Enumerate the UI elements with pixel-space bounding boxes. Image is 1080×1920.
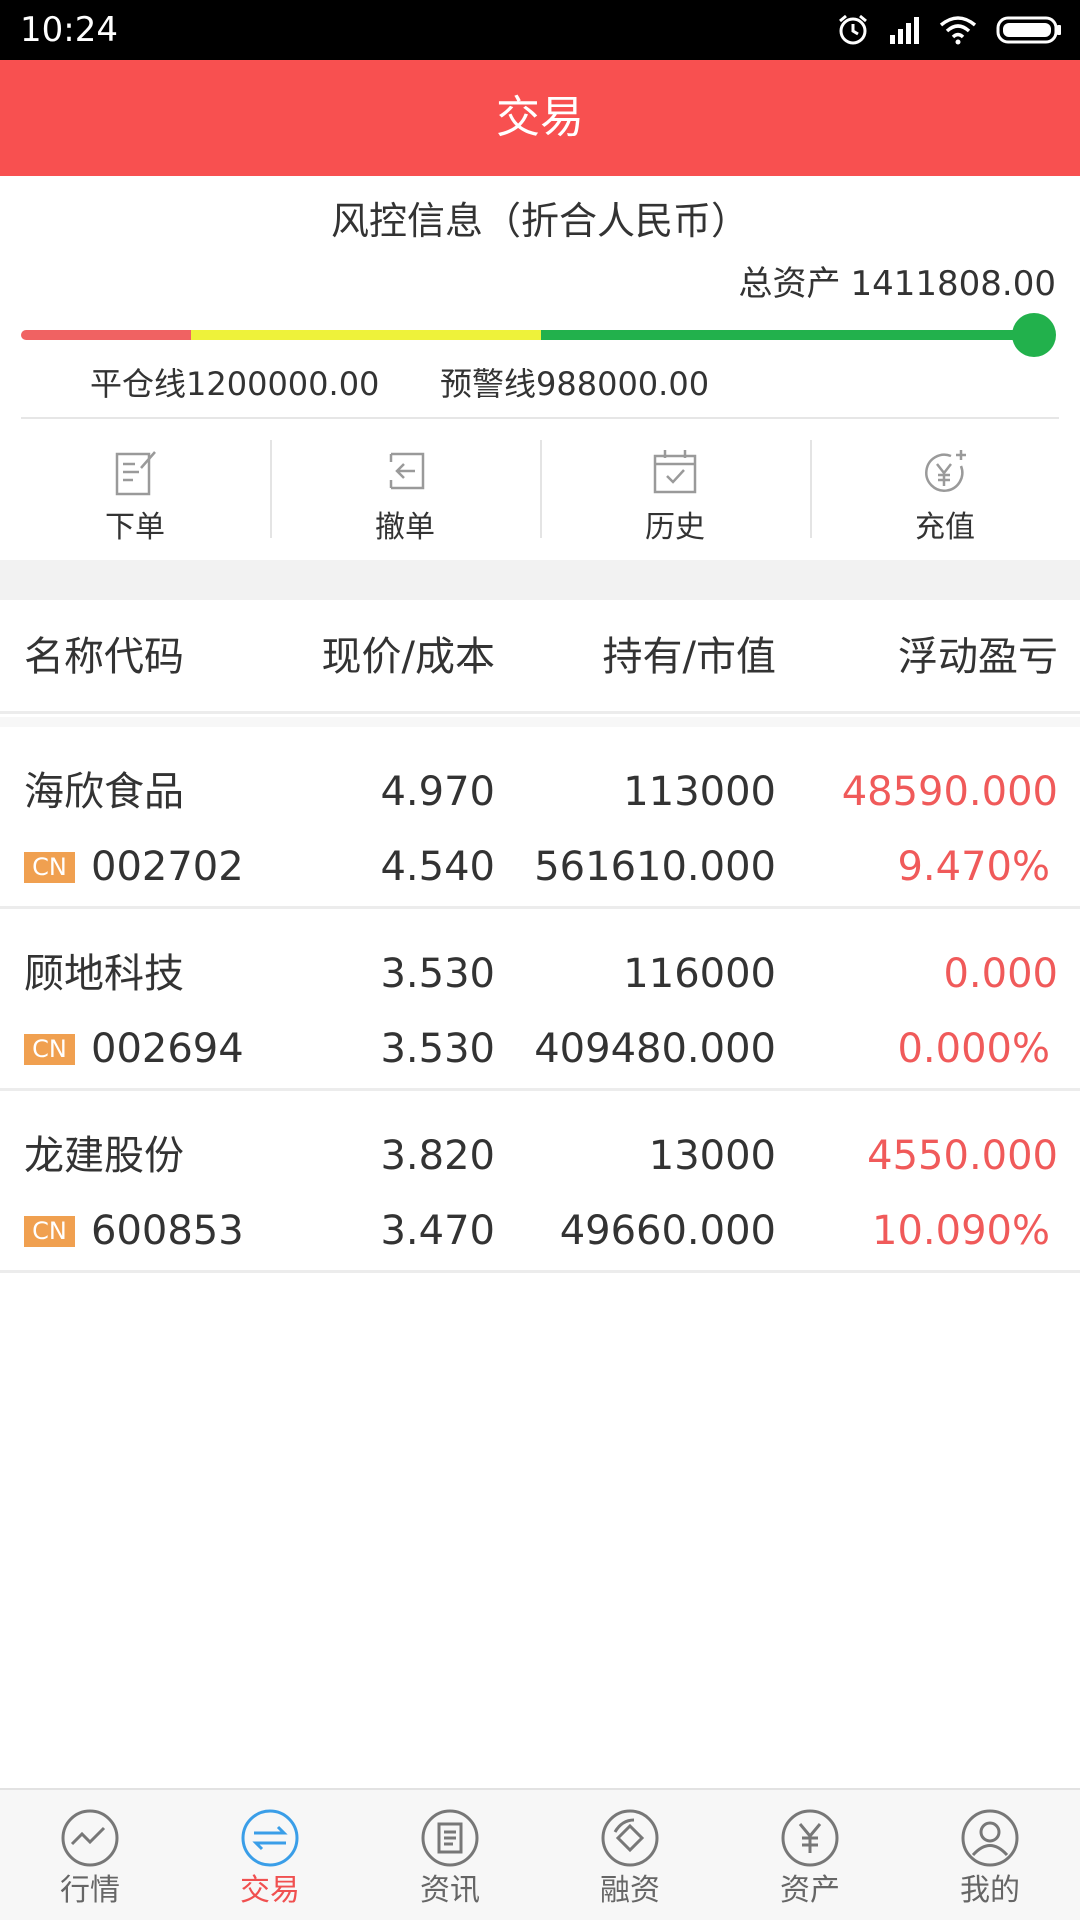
history-button[interactable]: 历史: [540, 420, 810, 560]
tab-assets[interactable]: 资产: [720, 1790, 900, 1920]
place-order-button[interactable]: 下单: [0, 420, 270, 560]
tab-label: 行情: [60, 1873, 120, 1908]
holdings-list: 海欣食品 CN 002702 4.970 4.540 113000 561610…: [0, 727, 1080, 1273]
status-bar: 10:24: [0, 0, 1080, 60]
tab-market[interactable]: 行情: [0, 1790, 180, 1920]
status-icons: [836, 10, 1062, 50]
holdings-table-header: 名称代码 现价/成本 持有/市值 浮动盈亏: [0, 600, 1080, 714]
action-label: 历史: [645, 510, 705, 545]
market-value: 49660.000: [559, 1208, 776, 1254]
holding-quantity: 116000: [623, 951, 776, 997]
floating-pl-percent: 0.000%: [897, 1026, 1050, 1072]
market-chart-icon: [61, 1809, 119, 1867]
tab-trade[interactable]: 交易: [180, 1790, 360, 1920]
market-value: 409480.000: [534, 1026, 776, 1072]
holding-quantity: 13000: [648, 1133, 776, 1179]
floating-pl: 0.000: [943, 951, 1058, 997]
tab-label: 融资: [600, 1873, 660, 1908]
yuan-add-icon: [925, 450, 966, 492]
cost-price: 3.470: [380, 1208, 495, 1254]
column-header-pl: 浮动盈亏: [898, 634, 1058, 680]
news-icon: [421, 1809, 479, 1867]
floating-pl-percent: 9.470%: [897, 844, 1050, 890]
current-price: 4.970: [380, 769, 495, 815]
status-time: 10:24: [20, 10, 118, 50]
stock-code: 002702: [91, 844, 244, 890]
close-line-label: 平仓线1200000.00: [90, 365, 380, 403]
holding-quantity: 113000: [623, 769, 776, 815]
bottom-tab-bar: 行情 交易 资讯 融资 资产 我的: [0, 1788, 1080, 1920]
total-assets-label: 总资产: [738, 264, 841, 304]
stock-name: 顾地科技: [24, 951, 184, 997]
yuan-icon: [781, 1809, 839, 1867]
risk-thresholds: 平仓线1200000.00 预警线988000.00: [0, 362, 1080, 406]
risk-bar-warning-segment: [191, 330, 541, 340]
tab-label: 资产: [780, 1873, 840, 1908]
profile-icon: [961, 1809, 1019, 1867]
cancel-order-icon: [389, 452, 425, 490]
floating-pl: 4550.000: [867, 1133, 1058, 1179]
cost-price: 4.540: [380, 844, 495, 890]
tab-label: 交易: [240, 1873, 300, 1908]
risk-bar-safe-segment: [541, 330, 1036, 340]
action-label: 充值: [915, 510, 975, 545]
tab-label: 我的: [960, 1873, 1020, 1908]
battery-icon: [996, 16, 1061, 44]
wifi-icon: [939, 16, 977, 45]
holding-row[interactable]: 海欣食品 CN 002702 4.970 4.540 113000 561610…: [0, 727, 1080, 909]
risk-level-indicator: [1012, 313, 1056, 357]
action-label: 撤单: [375, 510, 435, 545]
cost-price: 3.530: [380, 1026, 495, 1072]
page-title: 交易: [496, 92, 584, 143]
market-badge: CN: [24, 1034, 75, 1065]
risk-level-bar: [21, 313, 1056, 357]
risk-bar-danger-segment: [21, 330, 191, 340]
action-row: 下单 撤单 历史 充值: [0, 420, 1080, 560]
column-header-holding: 持有/市值: [602, 634, 776, 680]
holding-row[interactable]: 顾地科技 CN 002694 3.530 3.530 116000 409480…: [0, 909, 1080, 1091]
current-price: 3.530: [380, 951, 495, 997]
divider: [21, 417, 1059, 419]
market-badge: CN: [24, 852, 75, 883]
total-assets: 总资产 1411808.00: [739, 262, 1057, 306]
stock-name: 海欣食品: [24, 769, 184, 815]
market-badge: CN: [24, 1216, 75, 1247]
floating-pl-percent: 10.090%: [872, 1208, 1050, 1254]
stock-code: 600853: [91, 1208, 244, 1254]
header-gap: [0, 717, 1080, 727]
tab-news[interactable]: 资讯: [360, 1790, 540, 1920]
warning-line-label: 预警线988000.00: [440, 365, 710, 403]
column-header-price: 现价/成本: [321, 634, 495, 680]
recharge-button[interactable]: 充值: [810, 420, 1080, 560]
current-price: 3.820: [380, 1133, 495, 1179]
order-icon: [115, 451, 156, 496]
section-gap: [0, 560, 1080, 600]
tab-profile[interactable]: 我的: [900, 1790, 1080, 1920]
action-label: 下单: [105, 510, 165, 545]
alarm-icon: [839, 14, 867, 45]
financing-icon: [601, 1809, 659, 1867]
signal-icon: [890, 17, 919, 44]
stock-code: 002694: [91, 1026, 244, 1072]
stock-name: 龙建股份: [24, 1133, 184, 1179]
holding-row[interactable]: 龙建股份 CN 600853 3.820 3.470 13000 49660.0…: [0, 1091, 1080, 1273]
floating-pl: 48590.000: [841, 769, 1058, 815]
risk-info-title: 风控信息（折合人民币）: [330, 199, 749, 243]
tab-label: 资讯: [420, 1873, 480, 1908]
calendar-history-icon: [653, 450, 697, 494]
cancel-order-button[interactable]: 撤单: [270, 420, 540, 560]
column-header-name: 名称代码: [24, 634, 184, 680]
exchange-arrows-icon: [241, 1809, 299, 1867]
market-value: 561610.000: [534, 844, 776, 890]
total-assets-value: 1411808.00: [850, 264, 1057, 304]
app-header: 交易: [0, 60, 1080, 176]
tab-financing[interactable]: 融资: [540, 1790, 720, 1920]
